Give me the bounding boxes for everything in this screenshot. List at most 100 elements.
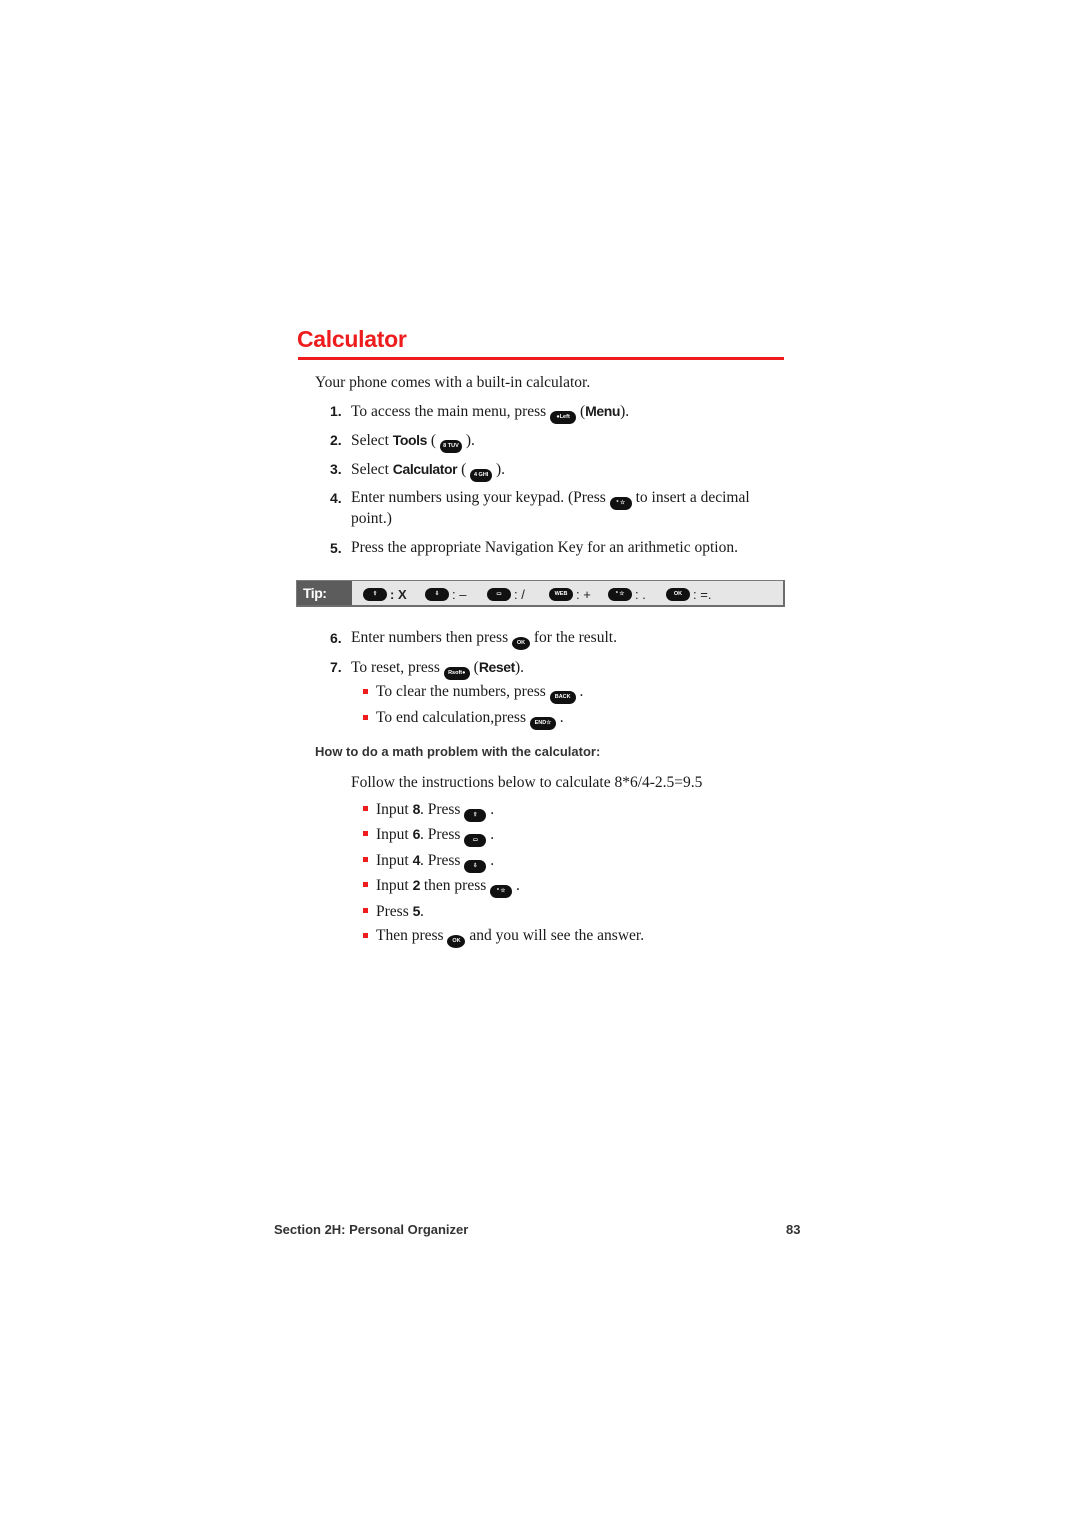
star-key-icon: * ☆ — [608, 587, 632, 601]
step-6: Enter numbers then press OK for the resu… — [351, 628, 617, 650]
item-number: 8 — [412, 801, 421, 817]
step-text: ). — [514, 659, 524, 676]
howto-heading: How to do a math problem with the calcul… — [315, 744, 601, 759]
key-4-icon: 4 GHI — [470, 469, 493, 482]
step-number: 1. — [330, 403, 342, 419]
tip-op: : . — [635, 586, 646, 602]
ok-key-icon: OK — [512, 637, 530, 650]
star-key-icon: * ☆ — [490, 885, 513, 898]
item-text: Input — [376, 826, 413, 843]
bullet-text: . — [575, 683, 584, 700]
item-text: . Press — [419, 826, 465, 843]
tip-box: Tip: ⇧: X ⇩: – ▭: / WEB: + * ☆: . OK: =. — [296, 580, 785, 607]
step-4-continued: point.) — [351, 510, 392, 527]
star-key-icon: * ☆ — [609, 497, 632, 510]
step-text: Select — [351, 461, 393, 478]
step-number: 4. — [330, 490, 342, 506]
bullet-marker — [363, 882, 368, 887]
item-text: . — [486, 826, 495, 843]
bullet-marker — [363, 933, 368, 938]
page-number: 83 — [786, 1222, 801, 1237]
key-8-icon: 8 TUV — [439, 440, 462, 453]
bullet-marker — [363, 831, 368, 836]
item-number: 2 — [412, 877, 421, 893]
bullet-marker — [363, 908, 368, 913]
footer-section-title: Section 2H: Personal Organizer — [274, 1222, 469, 1237]
bullet-text: To end calculation,press — [376, 709, 530, 726]
bullet-marker — [363, 857, 368, 862]
item-text: then press — [419, 877, 491, 894]
step-text: ( — [427, 432, 440, 449]
tip-op: : X — [390, 586, 407, 602]
tip-op: : / — [514, 586, 525, 602]
tools-label: Tools — [392, 432, 428, 448]
sub-bullet-end: To end calculation,press END☆ . — [376, 708, 564, 730]
tip-label: Tip: — [297, 581, 352, 605]
step-text: ). — [620, 403, 630, 420]
tip-op: : =. — [693, 586, 712, 602]
page-title: Calculator — [297, 326, 407, 352]
nav-up-key-icon: ⇧ — [464, 809, 487, 822]
step-text: ( — [576, 403, 586, 420]
item-text: . — [486, 801, 495, 818]
sub-bullet-clear: To clear the numbers, press BACK . — [376, 682, 583, 704]
tip-item-add: WEB: + — [549, 586, 591, 602]
step-number: 6. — [330, 630, 342, 646]
item-text: . Press — [419, 801, 465, 818]
nav-left-key-icon: ▭ — [464, 834, 487, 847]
step-5: Press the appropriate Navigation Key for… — [351, 539, 738, 556]
howto-intro: Follow the instructions below to calcula… — [351, 774, 703, 791]
step-2: Select Tools ( 8 TUV ). — [351, 430, 475, 453]
item-text: . — [486, 852, 495, 869]
step-text: Select — [351, 432, 393, 449]
step-text: to insert a decimal — [631, 489, 750, 506]
step-text: To reset, press — [351, 659, 444, 676]
item-text: . Press — [419, 852, 465, 869]
howto-item-2: Input 6. Press ▭ . — [376, 824, 494, 847]
item-text: . — [512, 877, 520, 894]
step-number: 2. — [330, 432, 342, 448]
tip-op: : – — [452, 586, 467, 602]
bullet-text: To clear the numbers, press — [376, 683, 550, 700]
step-text: for the result. — [530, 629, 617, 646]
tip-op: : + — [576, 586, 591, 602]
step-number: 5. — [330, 540, 342, 556]
tip-item-divide: ▭: / — [487, 586, 525, 602]
bullet-marker — [363, 715, 368, 720]
item-text: . — [420, 903, 424, 920]
tip-item-decimal: * ☆: . — [608, 586, 646, 602]
item-text: Input — [376, 852, 413, 869]
nav-down-key-icon: ⇩ — [464, 860, 487, 873]
step-number: 7. — [330, 659, 342, 675]
howto-item-1: Input 8. Press ⇧ . — [376, 799, 494, 822]
step-number: 3. — [330, 461, 342, 477]
menu-label: Menu — [585, 403, 621, 419]
step-text: ( — [469, 659, 479, 676]
left-softkey-icon: ●Left — [550, 411, 577, 424]
howto-item-6: Then press OK and you will see the answe… — [376, 926, 644, 948]
bullet-marker — [363, 689, 368, 694]
howto-item-4: Input 2 then press * ☆ . — [376, 875, 520, 898]
item-text: Press — [376, 903, 413, 920]
tip-item-equals: OK: =. — [666, 586, 711, 602]
step-text: To access the main menu, press — [351, 403, 551, 420]
title-underline — [298, 357, 784, 360]
nav-left-key-icon: ▭ — [487, 587, 511, 601]
howto-item-5: Press 5. — [376, 901, 424, 922]
item-text: and you will see the answer. — [465, 927, 645, 944]
step-4: Enter numbers using your keypad. (Press … — [351, 488, 750, 510]
item-text: Input — [376, 877, 413, 894]
step-3: Select Calculator ( 4 GHI ). — [351, 459, 505, 482]
step-text: ). — [461, 432, 475, 449]
item-number: 5 — [412, 903, 421, 919]
calculator-label: Calculator — [392, 461, 458, 477]
step-text: Enter numbers then press — [351, 629, 512, 646]
reset-label: Reset — [478, 659, 516, 675]
bullet-marker — [363, 806, 368, 811]
tip-item-multiply: ⇧: X — [363, 586, 407, 602]
right-softkey-icon: Rsoft● — [443, 667, 470, 680]
nav-down-key-icon: ⇩ — [425, 587, 449, 601]
item-number: 6 — [412, 826, 421, 842]
ok-key-icon: OK — [666, 587, 690, 601]
step-7: To reset, press Rsoft● (Reset). — [351, 657, 524, 680]
